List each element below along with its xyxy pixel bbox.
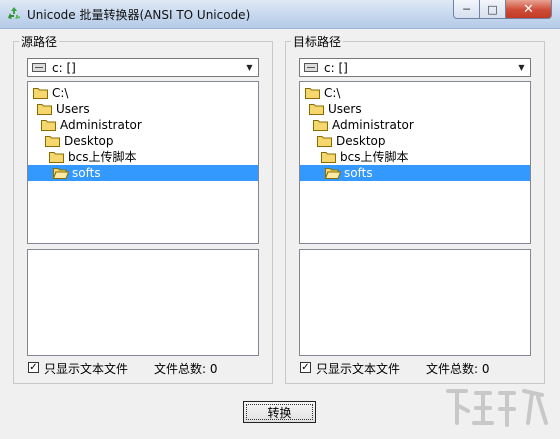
source-footer: ✓ 只显示文本文件 文件总数: 0 [27, 360, 259, 378]
minimize-button[interactable]: ─ [453, 0, 480, 19]
app-window: Unicode 批量转换器(ANSI TO Unicode) ─ □ ✕ 源路径… [0, 0, 560, 439]
close-button[interactable]: ✕ [506, 0, 552, 19]
drive-icon [304, 63, 318, 72]
target-text-only-label[interactable]: 只显示文本文件 [316, 360, 400, 377]
tree-item-label: Desktop [336, 134, 386, 148]
folder-icon [321, 151, 337, 163]
target-path-group: 目标路径 c: [] ▼ C:\ Users Administrator Deskto… [285, 33, 545, 384]
tree-item-label: bcs上传脚本 [340, 150, 409, 164]
folder-icon [49, 151, 65, 163]
source-text-only-checkbox[interactable]: ✓ [28, 362, 39, 373]
open-folder-icon [52, 167, 70, 179]
tree-item-label: Users [56, 102, 90, 116]
source-drive-label: c: [] [52, 61, 76, 75]
source-drive-select[interactable]: c: [] ▼ [27, 58, 259, 77]
watermark-logo [446, 389, 548, 427]
target-footer: ✓ 只显示文本文件 文件总数: 0 [299, 360, 531, 378]
source-folder-tree[interactable]: C:\ Users Administrator Desktop bcs上传脚本 softs [27, 81, 259, 244]
tree-item-label: Administrator [60, 118, 142, 132]
drive-icon [32, 63, 46, 72]
source-file-list[interactable] [27, 249, 259, 356]
source-path-title: 源路径 [19, 33, 60, 50]
target-drive-select[interactable]: c: [] ▼ [299, 58, 531, 77]
target-path-title: 目标路径 [291, 33, 344, 50]
folder-icon [41, 119, 57, 131]
recycle-icon [8, 7, 20, 19]
target-text-only-checkbox[interactable]: ✓ [300, 362, 311, 373]
folder-icon [45, 135, 61, 147]
tree-item-label: C:\ [52, 86, 69, 100]
convert-button[interactable]: 转换 [243, 401, 316, 423]
folder-icon [305, 87, 321, 99]
target-file-list[interactable] [299, 249, 531, 356]
tree-item-label: Users [328, 102, 362, 116]
tree-item-label: softs [344, 166, 373, 180]
target-folder-tree[interactable]: C:\ Users Administrator Desktop bcs上传脚本 softs [299, 81, 531, 244]
maximize-button[interactable]: □ [480, 0, 506, 19]
folder-icon [313, 119, 329, 131]
folder-icon [33, 87, 49, 99]
chevron-down-icon[interactable]: ▼ [514, 60, 529, 75]
tree-item-label: C:\ [324, 86, 341, 100]
target-file-count: 文件总数: 0 [426, 362, 490, 376]
source-text-only-label[interactable]: 只显示文本文件 [44, 360, 128, 377]
tree-item[interactable]: softs [28, 165, 258, 181]
folder-icon [37, 103, 53, 115]
tree-item-label: bcs上传脚本 [68, 150, 137, 164]
tree-item[interactable]: softs [300, 165, 530, 181]
window-title: Unicode 批量转换器(ANSI TO Unicode) [27, 8, 251, 22]
tree-item-label: Administrator [332, 118, 414, 132]
source-path-group: 源路径 c: [] ▼ C:\ Users Administrator Desktop… [13, 33, 273, 384]
tree-item-label: softs [72, 166, 101, 180]
chevron-down-icon[interactable]: ▼ [242, 60, 257, 75]
tree-item-label: Desktop [64, 134, 114, 148]
title-bar[interactable]: Unicode 批量转换器(ANSI TO Unicode) ─ □ ✕ [0, 0, 560, 29]
folder-icon [317, 135, 333, 147]
source-file-count: 文件总数: 0 [154, 362, 218, 376]
open-folder-icon [324, 167, 342, 179]
target-drive-label: c: [] [324, 61, 348, 75]
folder-icon [309, 103, 325, 115]
focus-rect [246, 404, 313, 420]
